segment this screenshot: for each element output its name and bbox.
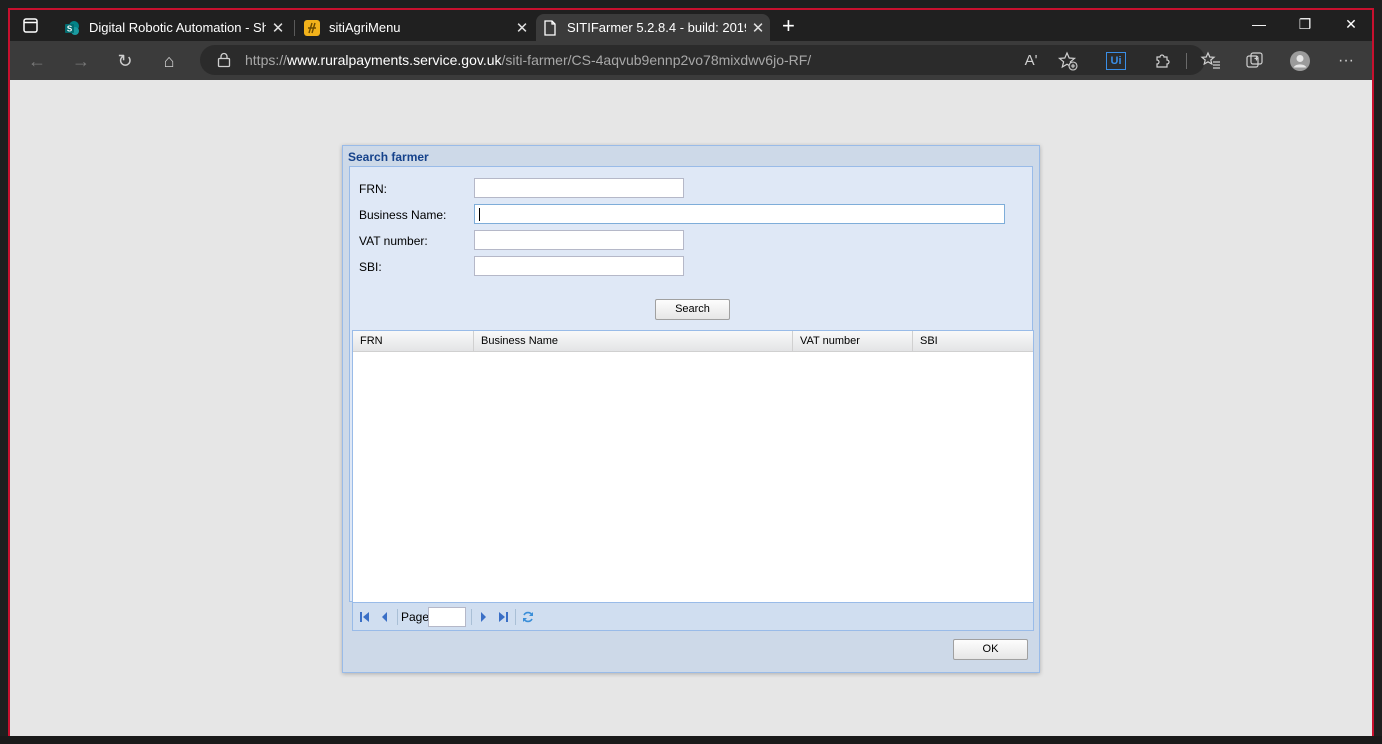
window-close-button[interactable]: ✕ xyxy=(1339,16,1363,33)
page-label: Page xyxy=(401,610,430,624)
url-scheme: https:// xyxy=(245,52,288,68)
profile-icon[interactable] xyxy=(1289,50,1311,72)
read-aloud-icon[interactable]: A' xyxy=(1020,50,1042,72)
url-path: /siti-farmer/CS-4aqvub9ennp2vo78mixdwv6j… xyxy=(501,52,812,68)
previous-page-icon[interactable] xyxy=(378,610,392,624)
results-grid: FRN Business Name VAT number SBI xyxy=(352,330,1034,603)
business-name-label: Business Name: xyxy=(359,208,447,222)
pager-divider xyxy=(515,609,516,625)
last-page-icon[interactable] xyxy=(496,610,510,624)
refresh-icon[interactable] xyxy=(521,610,535,624)
reload-button[interactable]: ↻ xyxy=(114,50,136,72)
extensions-icon[interactable] xyxy=(1151,50,1173,72)
sbi-label: SBI: xyxy=(359,260,382,274)
grid-header: FRN Business Name VAT number SBI xyxy=(353,331,1033,352)
address-bar[interactable]: https://www.ruralpayments.service.gov.uk… xyxy=(200,45,1205,75)
close-icon[interactable]: ✕ xyxy=(746,19,770,37)
search-button[interactable]: Search xyxy=(655,299,730,320)
page-content: Search farmer FRN: Business Name: VAT nu… xyxy=(10,80,1372,736)
close-icon[interactable]: ✕ xyxy=(510,19,534,37)
sharepoint-icon: S xyxy=(65,20,79,35)
toolbar-divider xyxy=(1186,53,1187,69)
svg-text:S: S xyxy=(67,24,73,33)
back-button[interactable]: ← xyxy=(26,50,48,72)
column-header-sbi[interactable]: SBI xyxy=(913,331,1033,351)
tab-digital-robotic-automation[interactable]: S Digital Robotic Automation - Sha ✕ xyxy=(58,14,290,41)
restore-button[interactable]: ❐ xyxy=(1293,16,1317,33)
tab-sitifarmer[interactable]: SITIFarmer 5.2.8.4 - build: 201911 ✕ xyxy=(536,14,770,41)
search-form-panel: FRN: Business Name: VAT number: SBI: Sea… xyxy=(349,166,1034,631)
pager-divider xyxy=(397,609,398,625)
tab-actions-icon[interactable] xyxy=(22,17,39,34)
frn-input[interactable] xyxy=(474,178,684,198)
agri-app-icon xyxy=(304,19,320,36)
paging-toolbar: Page xyxy=(352,603,1034,631)
tab-sitiagrimenu[interactable]: sitiAgriMenu ✕ xyxy=(298,14,534,41)
business-name-input[interactable] xyxy=(474,204,1005,224)
dialog-title: Search farmer xyxy=(348,150,429,164)
tab-strip: S Digital Robotic Automation - Sha ✕ sit… xyxy=(10,10,1372,41)
taskbar xyxy=(0,736,1382,744)
lock-icon[interactable] xyxy=(217,52,231,68)
tab-divider xyxy=(294,20,295,36)
column-header-business-name[interactable]: Business Name xyxy=(474,331,793,351)
browser-window: S Digital Robotic Automation - Sha ✕ sit… xyxy=(8,8,1374,738)
collections-icon[interactable] xyxy=(1244,50,1266,72)
url-host: www.ruralpayments.service.gov.uk xyxy=(287,52,502,68)
favorites-icon[interactable] xyxy=(1200,50,1222,72)
column-header-vat-number[interactable]: VAT number xyxy=(793,331,913,351)
new-tab-button[interactable]: + xyxy=(782,15,795,37)
next-page-icon[interactable] xyxy=(476,610,490,624)
browser-toolbar: ← → ↻ ⌂ https://www.ruralpayments.servic… xyxy=(10,41,1372,80)
close-icon[interactable]: ✕ xyxy=(266,19,290,37)
search-farmer-dialog: Search farmer FRN: Business Name: VAT nu… xyxy=(342,145,1040,673)
minimize-button[interactable]: — xyxy=(1247,16,1271,32)
add-favorite-icon[interactable] xyxy=(1057,50,1079,72)
frn-label: FRN: xyxy=(359,182,387,196)
uipath-extension-icon[interactable]: Ui xyxy=(1106,52,1126,70)
url-text[interactable]: https://www.ruralpayments.service.gov.uk… xyxy=(245,52,811,68)
vat-number-label: VAT number: xyxy=(359,234,428,248)
tab-title: SITIFarmer 5.2.8.4 - build: 201911 xyxy=(567,20,746,35)
forward-button[interactable]: → xyxy=(70,50,92,72)
pager-divider xyxy=(471,609,472,625)
tab-title: sitiAgriMenu xyxy=(329,20,401,35)
page-icon xyxy=(544,19,556,36)
home-button[interactable]: ⌂ xyxy=(158,50,180,72)
column-header-frn[interactable]: FRN xyxy=(353,331,474,351)
tab-title: Digital Robotic Automation - Sha xyxy=(89,20,266,35)
page-number-input[interactable] xyxy=(428,607,466,627)
first-page-icon[interactable] xyxy=(358,610,372,624)
more-icon[interactable]: ··· xyxy=(1335,50,1357,72)
sbi-input[interactable] xyxy=(474,256,684,276)
text-cursor xyxy=(479,208,480,221)
ok-button[interactable]: OK xyxy=(953,639,1028,660)
vat-number-input[interactable] xyxy=(474,230,684,250)
